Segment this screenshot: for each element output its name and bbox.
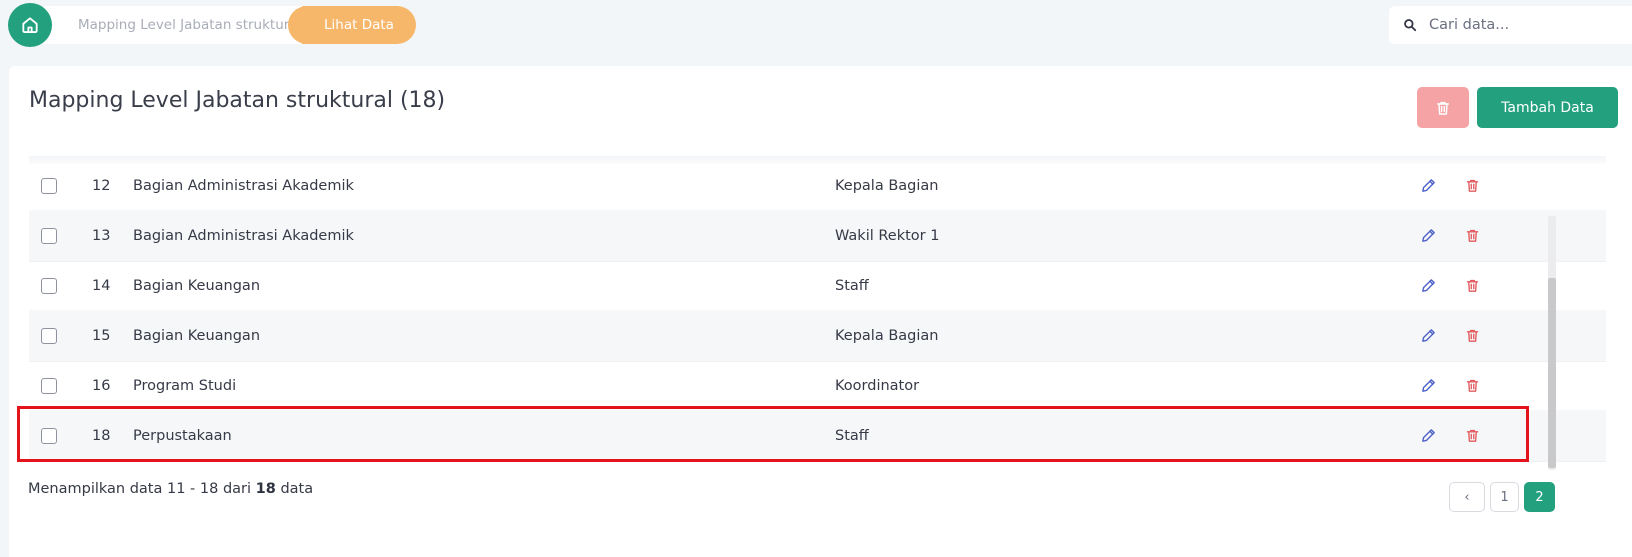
pencil-icon bbox=[1421, 429, 1435, 442]
pagination-info-suffix: data bbox=[280, 481, 314, 497]
row-level: Kepala Bagian bbox=[835, 177, 939, 194]
row-checkbox[interactable] bbox=[41, 427, 57, 444]
page-number: 2 bbox=[1535, 489, 1544, 505]
row-number: 14 bbox=[92, 277, 111, 294]
table-scrollbar[interactable] bbox=[1548, 216, 1556, 470]
page-number: 1 bbox=[1500, 489, 1509, 505]
row-number: 16 bbox=[92, 377, 111, 394]
row-unit: Program Studi bbox=[133, 377, 237, 394]
edit-button[interactable] bbox=[1419, 277, 1437, 295]
trash-icon bbox=[1436, 101, 1450, 115]
table-row: 13 Bagian Administrasi Akademik Wakil Rekt… bbox=[29, 210, 1606, 262]
search-icon bbox=[1404, 19, 1417, 32]
pagination-page-2[interactable]: 2 bbox=[1524, 482, 1555, 512]
scrollbar-thumb[interactable] bbox=[1548, 278, 1556, 468]
pencil-icon bbox=[1421, 229, 1435, 242]
delete-button[interactable] bbox=[1463, 227, 1481, 245]
delete-button[interactable] bbox=[1463, 177, 1481, 195]
trash-icon bbox=[1466, 429, 1478, 442]
delete-button[interactable] bbox=[1463, 277, 1481, 295]
chevron-left-icon: ‹ bbox=[1464, 489, 1470, 505]
add-data-button[interactable]: Tambah Data bbox=[1477, 87, 1618, 128]
table-row: 15 Bagian Keuangan Kepala Bagian bbox=[29, 310, 1606, 362]
row-number: 13 bbox=[92, 227, 111, 244]
row-level: Wakil Rektor 1 bbox=[835, 227, 940, 244]
table-row: 12 Bagian Administrasi Akademik Kepala Bag… bbox=[29, 160, 1606, 212]
delete-button[interactable] bbox=[1463, 377, 1481, 395]
row-checkbox[interactable] bbox=[41, 377, 57, 394]
row-unit: Perpustakaan bbox=[133, 427, 232, 444]
delete-button[interactable] bbox=[1463, 327, 1481, 345]
home-button[interactable] bbox=[8, 3, 52, 47]
table-row: 14 Bagian Keuangan Staff bbox=[29, 260, 1606, 312]
edit-button[interactable] bbox=[1419, 377, 1437, 395]
breadcrumb-item[interactable]: Mapping Level Jabatan struktural bbox=[30, 6, 330, 44]
row-unit: Bagian Keuangan bbox=[133, 277, 261, 294]
edit-button[interactable] bbox=[1419, 227, 1437, 245]
trash-icon bbox=[1466, 279, 1478, 292]
edit-button[interactable] bbox=[1419, 327, 1437, 345]
pagination-info-total: 18 bbox=[255, 481, 276, 497]
pencil-icon bbox=[1421, 179, 1435, 192]
edit-button[interactable] bbox=[1419, 177, 1437, 195]
row-checkbox[interactable] bbox=[41, 327, 57, 344]
pencil-icon bbox=[1421, 279, 1435, 292]
edit-button[interactable] bbox=[1419, 427, 1437, 445]
row-unit: Bagian Administrasi Akademik bbox=[133, 177, 354, 194]
trash-icon bbox=[1466, 179, 1478, 192]
pagination-info-prefix: Menampilkan data 11 - 18 dari bbox=[28, 481, 252, 497]
pagination-info: Menampilkan data 11 - 18 dari 18 data bbox=[28, 481, 313, 497]
row-number: 12 bbox=[92, 177, 111, 194]
row-level: Staff bbox=[835, 427, 869, 444]
pencil-icon bbox=[1421, 379, 1435, 392]
row-number: 15 bbox=[92, 327, 111, 344]
pagination-prev[interactable]: ‹ bbox=[1449, 482, 1485, 512]
trash-icon bbox=[1466, 229, 1478, 242]
breadcrumb-item-label: Mapping Level Jabatan struktural bbox=[78, 17, 302, 33]
breadcrumb-active: Lihat Data bbox=[288, 6, 416, 44]
row-level: Kepala Bagian bbox=[835, 327, 939, 344]
bulk-delete-button[interactable] bbox=[1417, 87, 1469, 128]
page-title: Mapping Level Jabatan struktural (18) bbox=[29, 88, 446, 113]
breadcrumb-active-label: Lihat Data bbox=[324, 17, 394, 33]
row-checkbox[interactable] bbox=[41, 177, 57, 194]
home-icon bbox=[22, 17, 38, 33]
row-unit: Bagian Administrasi Akademik bbox=[133, 227, 354, 244]
row-level: Koordinator bbox=[835, 377, 920, 394]
pencil-icon bbox=[1421, 329, 1435, 342]
table-row: 18 Perpustakaan Staff bbox=[29, 410, 1606, 462]
row-number: 18 bbox=[92, 427, 111, 444]
search-box[interactable] bbox=[1389, 6, 1632, 44]
row-level: Staff bbox=[835, 277, 869, 294]
trash-icon bbox=[1466, 379, 1478, 392]
search-input[interactable] bbox=[1429, 17, 1609, 33]
table-row: 16 Program Studi Koordinator bbox=[29, 360, 1606, 412]
row-checkbox[interactable] bbox=[41, 277, 57, 294]
row-checkbox[interactable] bbox=[41, 227, 57, 244]
delete-button[interactable] bbox=[1463, 427, 1481, 445]
pagination-page-1[interactable]: 1 bbox=[1490, 482, 1519, 512]
row-unit: Bagian Keuangan bbox=[133, 327, 261, 344]
top-bar: Mapping Level Jabatan struktural Lihat D… bbox=[0, 0, 1632, 60]
trash-icon bbox=[1466, 329, 1478, 342]
